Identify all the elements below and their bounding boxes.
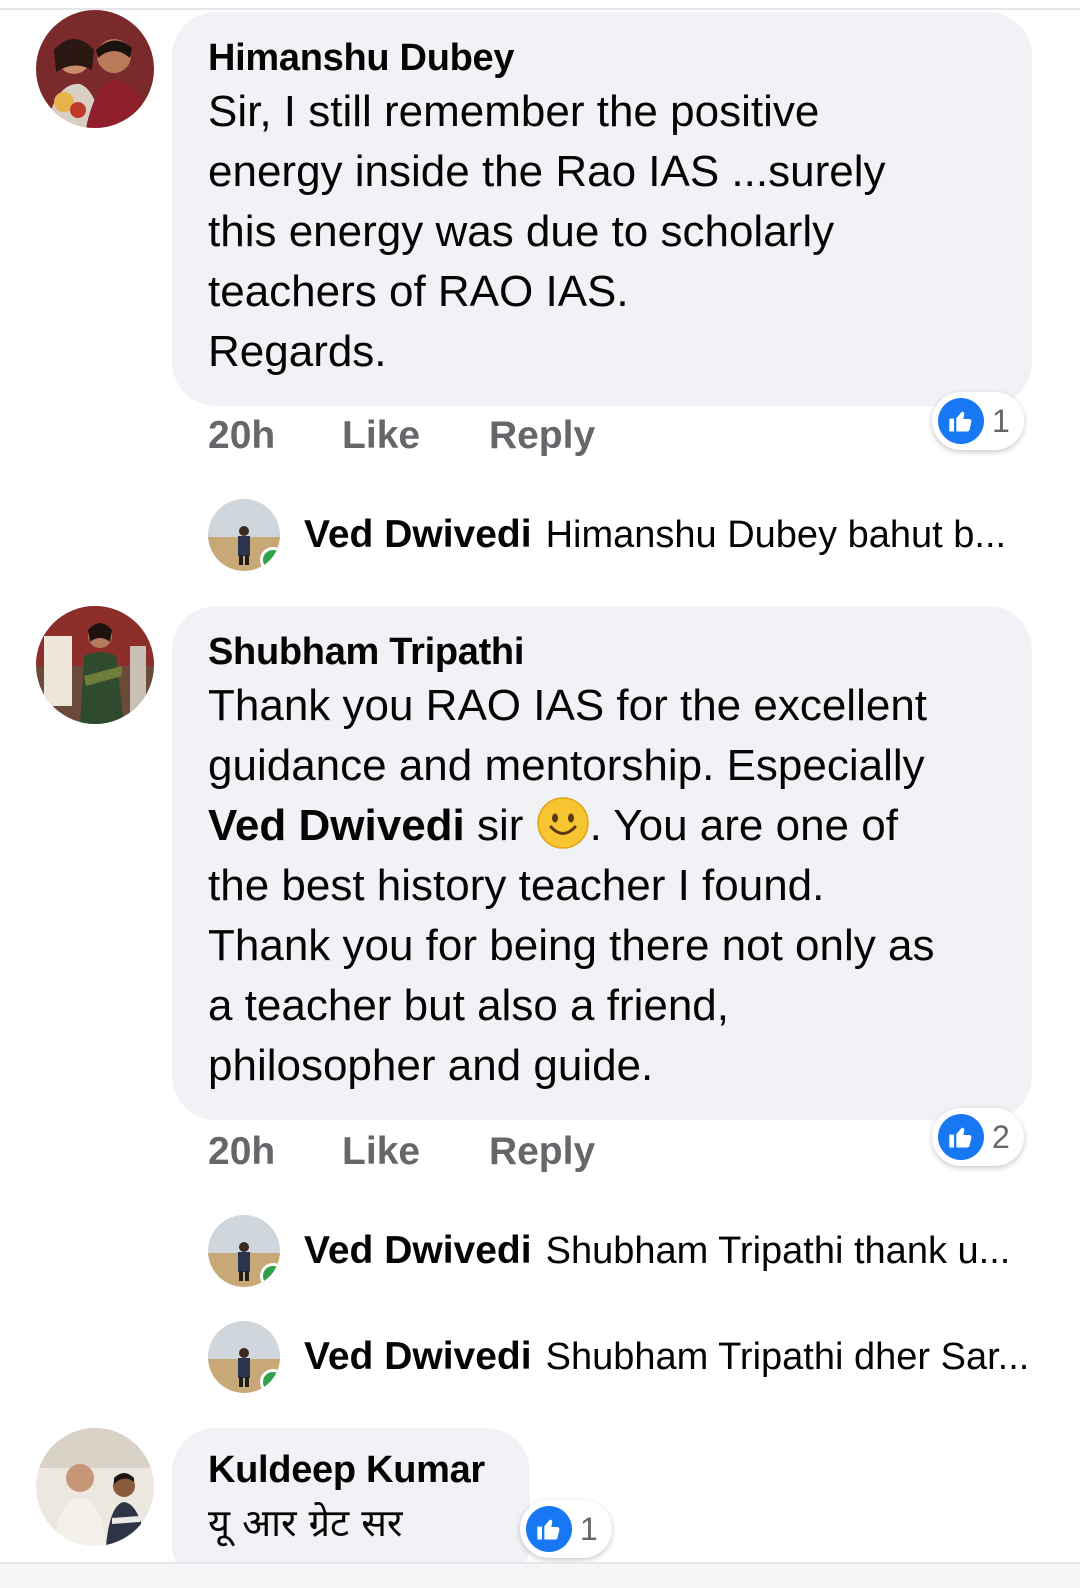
comment-author[interactable]: Himanshu Dubey xyxy=(208,34,996,82)
avatar[interactable] xyxy=(36,1428,154,1546)
online-status-dot xyxy=(260,547,280,571)
online-status-dot xyxy=(260,1263,280,1287)
comment-time[interactable]: 20h xyxy=(208,1130,275,1174)
avatar[interactable] xyxy=(36,606,154,724)
comment-bubble: Himanshu Dubey Sir, I still remember the… xyxy=(172,12,1032,406)
reply-button[interactable]: Reply xyxy=(489,1130,595,1174)
comment-actions: 20h Like Reply xyxy=(208,414,595,458)
comment-bubble: Shubham Tripathi Thank you RAO IAS for t… xyxy=(172,606,1032,1120)
thumbs-up-icon xyxy=(526,1506,572,1552)
reply-preview[interactable]: Ved Dwivedi Shubham Tripathi thank u... xyxy=(208,1214,1010,1288)
comment-time[interactable]: 20h xyxy=(208,414,275,458)
reply-preview[interactable]: Ved Dwivedi Himanshu Dubey bahut b... xyxy=(208,498,1006,572)
reply-text: Shubham Tripathi dher Sar... xyxy=(545,1335,1030,1378)
reaction-count: 2 xyxy=(992,1118,1010,1155)
mention-link[interactable]: Ved Dwivedi xyxy=(208,801,465,850)
reaction-count-badge[interactable]: 1 xyxy=(520,1500,612,1558)
avatar[interactable] xyxy=(36,10,154,128)
comment-text: यू आर ग्रेट सर xyxy=(208,1501,403,1545)
thumbs-up-icon xyxy=(938,398,984,444)
smiling-face-icon xyxy=(536,796,590,850)
avatar[interactable] xyxy=(208,1321,280,1393)
comment-text-part: Thank you RAO IAS for the excellent guid… xyxy=(208,681,928,790)
comment-author[interactable]: Shubham Tripathi xyxy=(208,628,996,676)
reply-button[interactable]: Reply xyxy=(489,414,595,458)
like-button[interactable]: Like xyxy=(342,1130,420,1174)
reply-text: Himanshu Dubey bahut b... xyxy=(545,513,1007,556)
avatar[interactable] xyxy=(208,499,280,571)
reaction-count-badge[interactable]: 2 xyxy=(932,1108,1024,1166)
reply-text: Shubham Tripathi thank u... xyxy=(545,1229,1011,1272)
like-button[interactable]: Like xyxy=(342,414,420,458)
thumbs-up-icon xyxy=(938,1114,984,1160)
comment-text: Sir, I still remember the positive energ… xyxy=(208,87,886,376)
comment-actions: 20h Like Reply xyxy=(208,1130,595,1174)
reply-author[interactable]: Ved Dwivedi xyxy=(304,513,532,557)
reply-preview[interactable]: Ved Dwivedi Shubham Tripathi dher Sar... xyxy=(208,1320,1029,1394)
bottom-divider xyxy=(0,1562,1080,1588)
top-divider xyxy=(0,8,1080,10)
reaction-count: 1 xyxy=(992,402,1010,439)
avatar[interactable] xyxy=(208,1215,280,1287)
reply-author[interactable]: Ved Dwivedi xyxy=(304,1229,532,1273)
comment-text-part: sir xyxy=(464,801,536,850)
comment-text: Thank you RAO IAS for the excellent guid… xyxy=(208,676,996,1096)
online-status-dot xyxy=(260,1369,280,1393)
comment-author[interactable]: Kuldeep Kumar xyxy=(208,1446,494,1494)
reaction-count-badge[interactable]: 1 xyxy=(932,392,1024,450)
reply-author[interactable]: Ved Dwivedi xyxy=(304,1335,532,1379)
reaction-count: 1 xyxy=(580,1510,598,1547)
